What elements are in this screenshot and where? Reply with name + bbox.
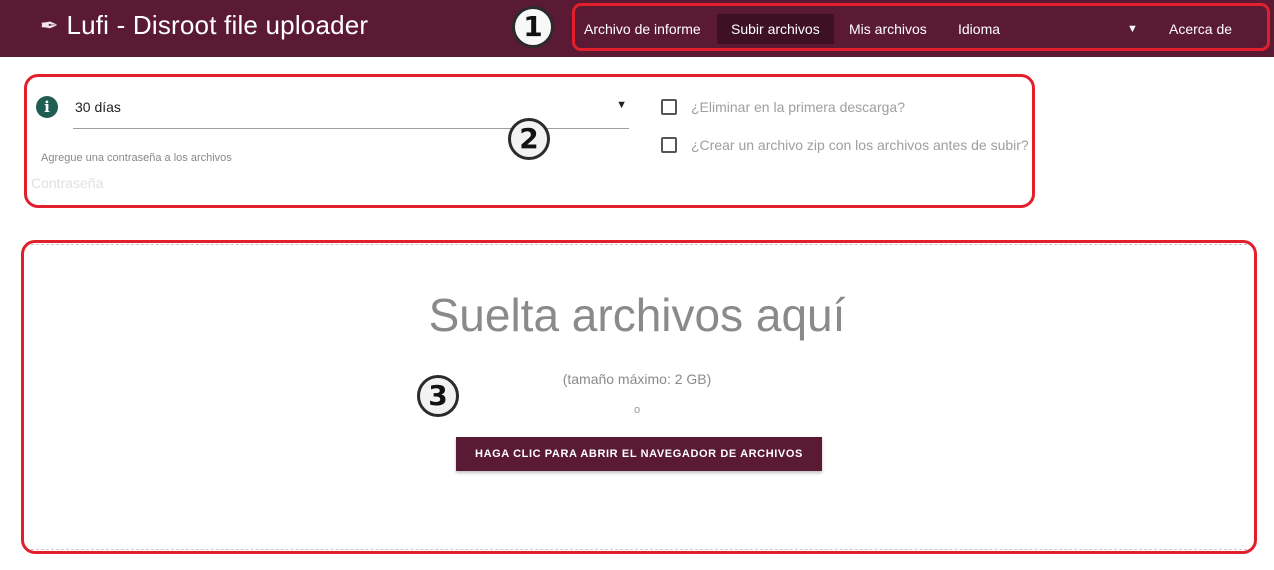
callout-marker-1: 1 — [512, 6, 554, 48]
nav-item-language[interactable]: Idioma — [958, 14, 1000, 44]
delete-first-download-checkbox[interactable] — [661, 99, 677, 115]
dropzone-title: Suelta archivos aquí — [428, 289, 846, 341]
chevron-down-icon[interactable]: ▼ — [1127, 14, 1138, 44]
zip-files-option[interactable]: ¿Crear un archivo zip con los archivos a… — [661, 137, 1029, 153]
or-separator: o — [633, 404, 641, 416]
brand[interactable]: ✒ Lufi - Disroot file uploader — [40, 10, 368, 41]
info-icon[interactable]: i — [36, 96, 58, 118]
password-input[interactable] — [31, 172, 431, 194]
delay-select-value: 30 días — [75, 99, 121, 115]
nav-menu-highlight: Archivo de informe Subir archivos Mis ar… — [572, 3, 1270, 51]
zip-files-checkbox[interactable] — [661, 137, 677, 153]
zip-files-label[interactable]: ¿Crear un archivo zip con los archivos a… — [691, 137, 1029, 153]
nav-item-my-files[interactable]: Mis archivos — [849, 14, 927, 44]
callout-marker-2: 2 — [508, 118, 550, 160]
app-title: Lufi - Disroot file uploader — [66, 10, 369, 40]
callout-marker-3: 3 — [417, 375, 459, 417]
password-label: Agregue una contraseña a los archivos — [41, 152, 232, 164]
nav-item-report-file[interactable]: Archivo de informe — [584, 14, 701, 44]
delay-select[interactable]: 30 días ▼ — [73, 96, 629, 129]
top-navbar: ✒ Lufi - Disroot file uploader Archivo d… — [0, 0, 1274, 57]
nav-item-about[interactable]: Acerca de — [1169, 14, 1232, 44]
max-size-text: (tamaño máximo: 2 GB) — [562, 371, 712, 387]
chevron-down-icon: ▼ — [616, 99, 627, 111]
delete-first-download-option[interactable]: ¿Eliminar en la primera descarga? — [661, 99, 905, 115]
feather-icon: ✒ — [40, 12, 59, 38]
browse-files-button[interactable]: HAGA CLIC PARA ABRIR EL NAVEGADOR DE ARC… — [456, 437, 822, 471]
nav-item-upload-files[interactable]: Subir archivos — [717, 14, 834, 44]
delete-first-download-label[interactable]: ¿Eliminar en la primera descarga? — [691, 99, 905, 115]
